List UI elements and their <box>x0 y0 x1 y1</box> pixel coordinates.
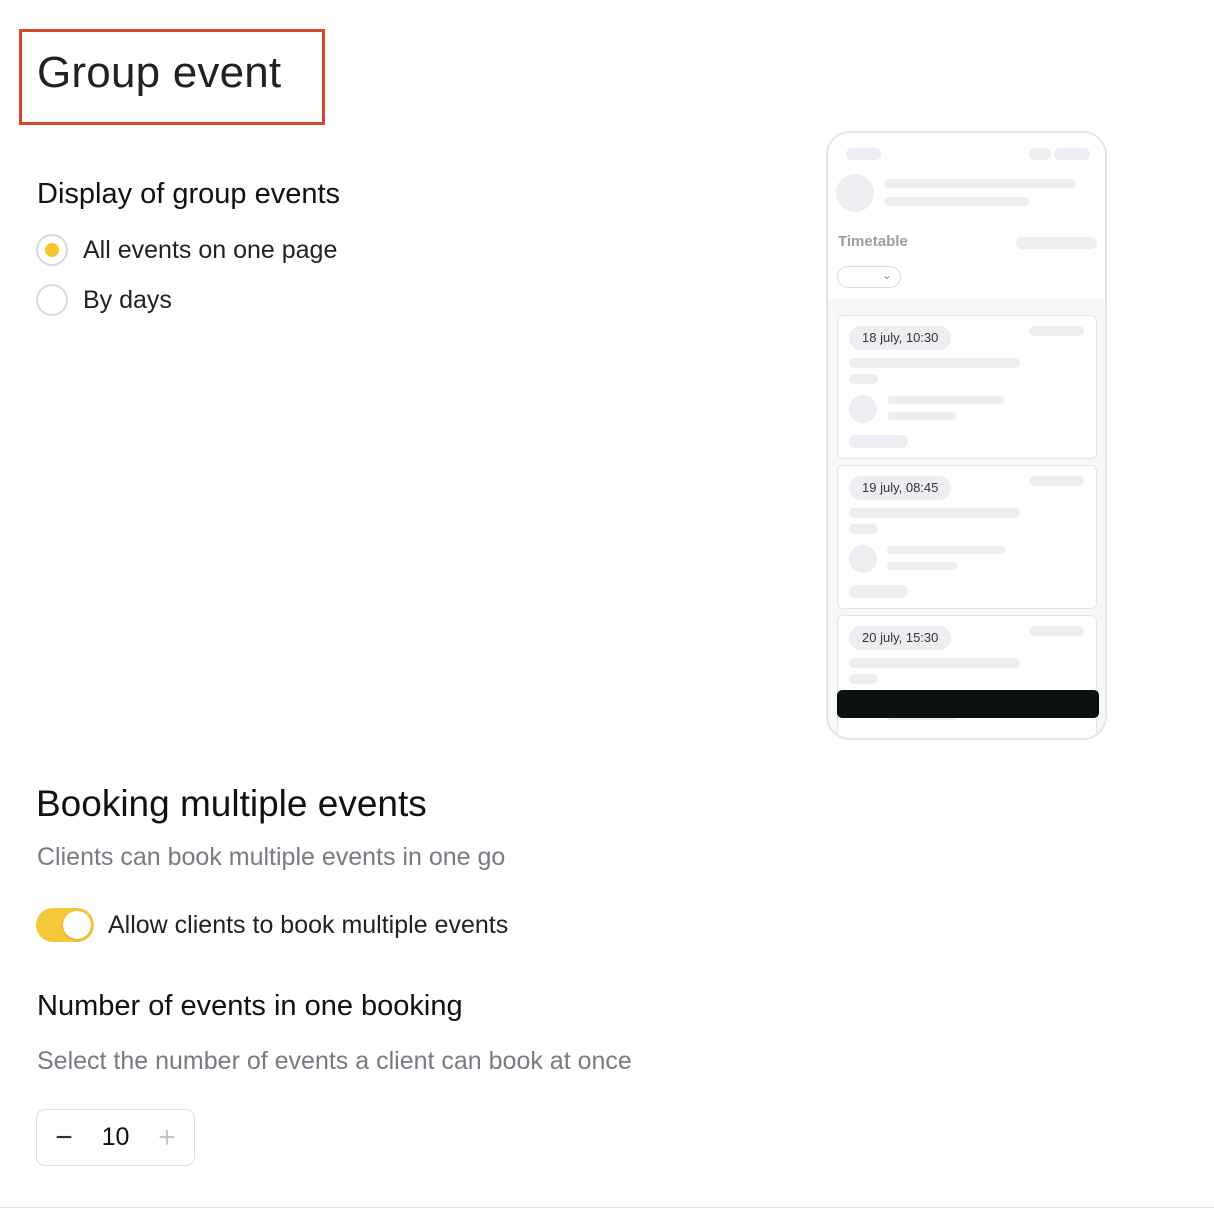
placeholder-bar <box>849 524 878 534</box>
preview-book-button <box>837 690 1099 718</box>
phone-preview: Timetable ⌄ 18 july, 10:30 19 july, 08:4… <box>826 131 1107 740</box>
display-section-heading: Display of group events <box>37 178 341 210</box>
placeholder-bar <box>849 508 1020 518</box>
preview-event-date: 18 july, 10:30 <box>849 326 952 350</box>
allow-multiple-toggle[interactable] <box>36 908 94 942</box>
radio-checked-icon[interactable] <box>36 234 68 266</box>
booking-section-description: Clients can book multiple events in one … <box>37 843 506 871</box>
placeholder-bar <box>1029 626 1084 636</box>
placeholder-bar <box>1054 148 1090 160</box>
decrement-button[interactable]: − <box>37 1110 91 1165</box>
radio-option-by-days[interactable]: By days <box>36 283 172 317</box>
placeholder-bar <box>1029 148 1051 160</box>
preview-event-card: 20 july, 15:30 <box>837 615 1097 738</box>
preview-event-date: 20 july, 15:30 <box>849 626 952 650</box>
placeholder-bar <box>1029 476 1084 486</box>
events-count-stepper[interactable]: − 10 + <box>36 1109 195 1166</box>
radio-unchecked-icon[interactable] <box>36 284 68 316</box>
placeholder-bar <box>887 562 957 570</box>
preview-event-card: 18 july, 10:30 <box>837 315 1097 459</box>
placeholder-bar <box>884 179 1076 188</box>
placeholder-avatar <box>849 395 877 423</box>
placeholder-bar <box>849 585 908 598</box>
booking-section-heading: Booking multiple events <box>36 783 427 824</box>
preview-select: ⌄ <box>837 266 901 288</box>
toggle-knob <box>63 911 91 939</box>
placeholder-bar <box>887 396 1005 404</box>
preview-event-card: 19 july, 08:45 <box>837 465 1097 609</box>
allow-multiple-toggle-label: Allow clients to book multiple events <box>108 910 509 939</box>
events-count-value[interactable]: 10 <box>91 1123 140 1152</box>
radio-option-label: All events on one page <box>83 235 338 264</box>
placeholder-avatar <box>849 545 877 573</box>
placeholder-bar <box>884 197 1029 206</box>
placeholder-bar <box>887 546 1005 554</box>
placeholder-bar <box>849 658 1020 668</box>
page-title: Group event <box>37 48 282 97</box>
count-section-heading: Number of events in one booking <box>37 990 463 1022</box>
placeholder-bar <box>849 358 1020 368</box>
radio-option-all-events[interactable]: All events on one page <box>36 233 337 267</box>
allow-multiple-toggle-row[interactable]: Allow clients to book multiple events <box>36 908 508 942</box>
preview-timetable-label: Timetable <box>838 233 908 250</box>
placeholder-bar <box>1016 237 1097 249</box>
preview-event-date: 19 july, 08:45 <box>849 476 952 500</box>
chevron-down-icon: ⌄ <box>881 268 892 282</box>
placeholder-bar <box>1029 326 1084 336</box>
radio-option-label: By days <box>83 285 172 314</box>
placeholder-bar <box>849 374 878 384</box>
placeholder-bar <box>846 148 881 160</box>
count-section-description: Select the number of events a client can… <box>37 1047 632 1075</box>
placeholder-bar <box>849 674 878 684</box>
placeholder-bar <box>849 435 908 448</box>
placeholder-bar <box>887 412 957 420</box>
placeholder-avatar <box>836 174 874 212</box>
increment-button[interactable]: + <box>140 1110 194 1165</box>
divider <box>0 1207 1214 1208</box>
